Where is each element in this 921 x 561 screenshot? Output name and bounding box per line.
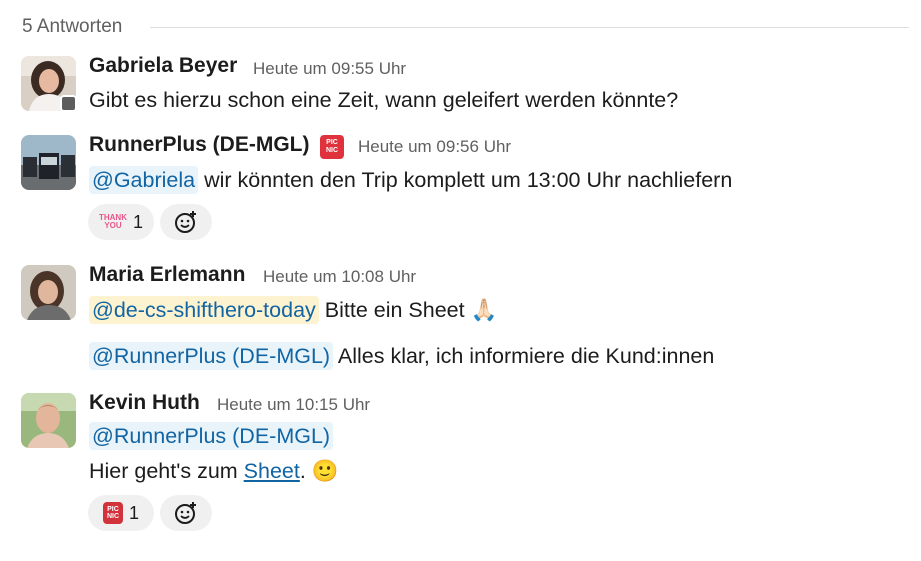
avatar[interactable] bbox=[21, 393, 76, 448]
message-text-2: @RunnerPlus (DE-MGL) Alles klar, ich inf… bbox=[89, 341, 714, 371]
divider bbox=[150, 27, 909, 28]
picnic-emoji-icon: PIC NIC bbox=[102, 502, 123, 524]
usergroup-mention[interactable]: @de-cs-shifthero-today bbox=[89, 296, 319, 324]
timestamp[interactable]: Heute um 09:55 Uhr bbox=[253, 56, 406, 82]
message-body-end: . bbox=[299, 459, 312, 483]
timestamp[interactable]: Heute um 10:15 Uhr bbox=[217, 392, 370, 418]
message-body: wir könnten den Trip komplett um 13:00 U… bbox=[198, 168, 733, 192]
reaction-thank-you[interactable]: THANK YOU 1 bbox=[88, 204, 154, 240]
avatar[interactable] bbox=[21, 265, 76, 320]
add-emoji-icon bbox=[175, 211, 196, 233]
picnic-badge-icon: PIC NIC bbox=[320, 135, 344, 159]
author-name[interactable]: RunnerPlus (DE-MGL) bbox=[89, 132, 310, 158]
status-indicator bbox=[60, 95, 77, 112]
thank-you-emoji-icon: THANK YOU bbox=[98, 213, 127, 230]
message-body: Alles klar, ich informiere die Kund:inne… bbox=[333, 344, 715, 368]
timestamp[interactable]: Heute um 10:08 Uhr bbox=[263, 264, 416, 290]
sheet-link[interactable]: Sheet bbox=[244, 459, 300, 483]
message-text: @de-cs-shifthero-today Bitte ein Sheet 🙏… bbox=[89, 295, 497, 325]
message-text: Gibt es hierzu schon eine Zeit, wann gel… bbox=[89, 85, 678, 115]
author-name[interactable]: Maria Erlemann bbox=[89, 262, 245, 288]
reaction-count: 1 bbox=[132, 211, 143, 232]
message-text-2: Hier geht's zum Sheet. 🙂 bbox=[89, 456, 339, 486]
reaction-count: 1 bbox=[128, 502, 139, 523]
timestamp[interactable]: Heute um 09:56 Uhr bbox=[358, 134, 511, 160]
add-reaction-button[interactable] bbox=[160, 495, 212, 531]
add-emoji-icon bbox=[175, 502, 196, 524]
reply-count: 5 Antworten bbox=[22, 16, 123, 37]
user-mention[interactable]: @Gabriela bbox=[89, 166, 199, 194]
reaction-picnic[interactable]: PIC NIC 1 bbox=[88, 495, 154, 531]
message-body: Bitte ein Sheet bbox=[318, 298, 465, 322]
avatar[interactable] bbox=[21, 135, 76, 190]
user-mention[interactable]: @RunnerPlus (DE-MGL) bbox=[89, 342, 334, 370]
message-body: Gibt es hierzu schon eine Zeit, wann gel… bbox=[89, 88, 679, 112]
author-name[interactable]: Kevin Huth bbox=[89, 390, 200, 416]
message-text: @Gabriela wir könnten den Trip komplett … bbox=[89, 165, 732, 195]
author-name[interactable]: Gabriela Beyer bbox=[89, 53, 237, 79]
folded-hands-emoji-icon: 🙏🏻 bbox=[470, 298, 498, 322]
thread-header: 5 Antworten bbox=[22, 14, 909, 40]
message-body: Hier geht's zum bbox=[89, 459, 244, 483]
smile-emoji-icon: 🙂 bbox=[311, 459, 339, 483]
add-reaction-button[interactable] bbox=[160, 204, 212, 240]
user-mention[interactable]: @RunnerPlus (DE-MGL) bbox=[89, 422, 334, 450]
message-text: @RunnerPlus (DE-MGL) bbox=[89, 421, 334, 451]
